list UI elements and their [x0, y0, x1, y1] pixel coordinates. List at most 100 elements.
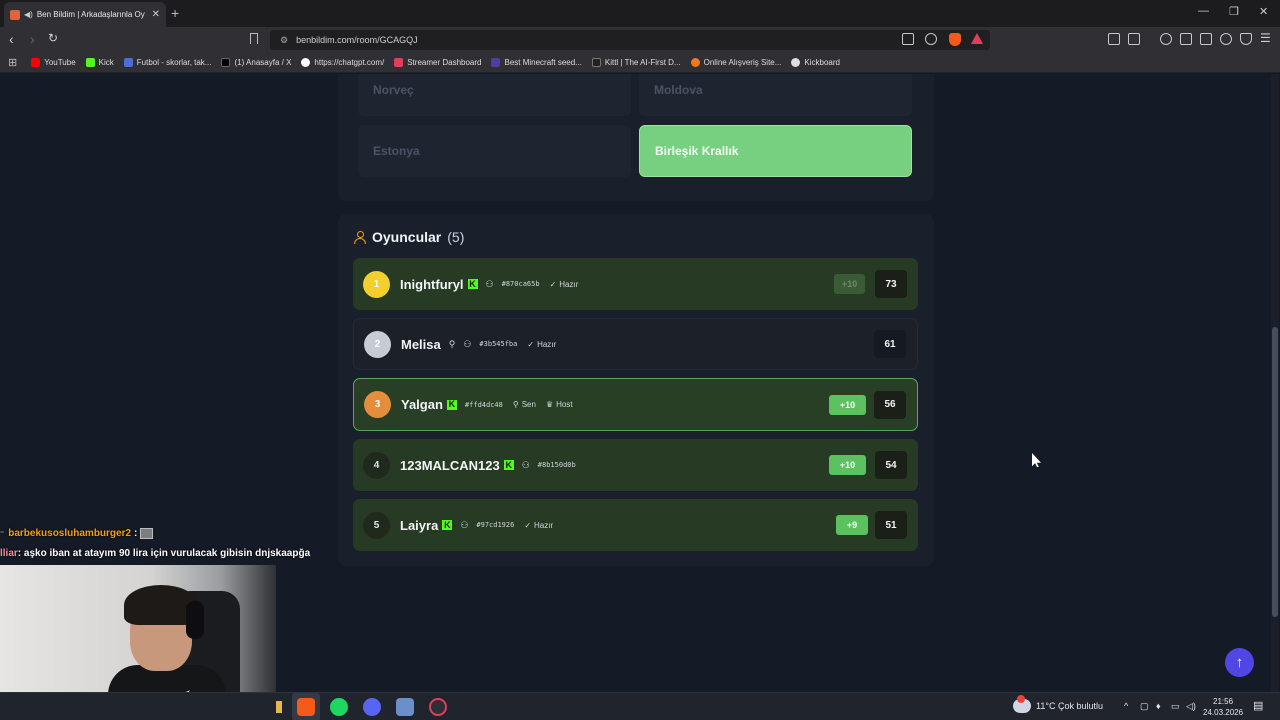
app-icon[interactable] [396, 698, 414, 716]
extensions-icon[interactable] [1108, 33, 1120, 45]
browser-toolbar: ‹ › ↻ ⚙ benbildim.com/room/GCAGQJ ☰ [0, 27, 1280, 53]
streamer-icon [394, 58, 404, 67]
tray-app-icon[interactable]: ▢ [1140, 701, 1149, 712]
minimize-icon[interactable]: — [1198, 5, 1209, 17]
brave-shields-icon[interactable] [949, 33, 961, 46]
bookmark-item[interactable]: Best Minecraft seed... [491, 58, 582, 67]
bookmark-item[interactable]: Kittl | The AI-First D... [591, 58, 681, 67]
player-row-self: 3 Yalgan K #ffd4dc48 ⚲ Sen ♛ Host +10 56 [353, 378, 918, 431]
kick-icon [85, 58, 95, 67]
obs-icon[interactable] [429, 698, 447, 716]
scroll-to-top-button[interactable]: ↑ [1225, 648, 1254, 677]
cast-icon[interactable] [902, 33, 914, 45]
chat-username: lliar [0, 548, 18, 559]
wallet-icon[interactable] [1200, 33, 1212, 45]
restore-icon[interactable]: ❐ [1229, 5, 1239, 18]
round-bonus: +9 [836, 515, 868, 535]
player-name: Laiyra [400, 517, 439, 533]
kick-icon: K [503, 459, 514, 470]
weather-icon[interactable] [1013, 695, 1031, 713]
browser-tab-bar: ◀) Ben Bildim | Arkadaşlarınla Oy ✕ + — … [0, 0, 1280, 27]
kittl-icon [591, 58, 601, 67]
player-name: Inightfuryl [400, 276, 464, 292]
round-bonus: +10 [834, 274, 865, 294]
close-window-icon[interactable]: ✕ [1259, 5, 1268, 18]
kick-icon: K [446, 399, 457, 410]
player-hash: #870ca65b [501, 280, 540, 288]
bookmark-item[interactable]: https://chatgpt.com/ [301, 58, 384, 67]
address-bar[interactable]: ⚙ benbildim.com/room/GCAGQJ [270, 30, 990, 50]
browser-tab-active[interactable]: ◀) Ben Bildim | Arkadaşlarınla Oy ✕ [4, 2, 166, 27]
bookmark-item[interactable]: YouTube [31, 58, 76, 67]
user-check-icon: ⚇ [521, 459, 530, 470]
ready-tag: ✓ Hazır [549, 279, 579, 289]
speaker-icon[interactable]: ◀) [24, 10, 33, 19]
bookmark-item[interactable]: Kickboard [791, 58, 840, 67]
user-check-icon: ⚇ [460, 519, 469, 530]
check-circle-icon: ✓ [524, 520, 532, 530]
page-scrollbar-thumb[interactable] [1272, 327, 1278, 617]
new-tab-button[interactable]: + [171, 5, 179, 21]
bookmarks-bar: ⊞ YouTube Kick Futbol - skorlar, tak... … [0, 53, 1280, 73]
x-icon [221, 58, 231, 67]
system-clock[interactable]: 21:56 24.03.2026 [1203, 696, 1243, 718]
host-tag: ♛ Host [545, 400, 573, 409]
media-icon[interactable] [1160, 33, 1172, 45]
player-row: 2 Melisa ⚲ ⚇ #3b545fba ✓ Hazır 61 [353, 318, 918, 370]
vpn-icon[interactable] [1240, 33, 1252, 45]
shopping-icon [690, 58, 700, 67]
answer-option[interactable]: Moldova [639, 74, 912, 116]
share-icon[interactable] [925, 33, 937, 45]
check-circle-icon: ✓ [549, 279, 557, 289]
player-hash: #ffd4dc48 [464, 400, 503, 409]
discord-icon[interactable] [363, 698, 381, 716]
bookmark-item[interactable]: Futbol - skorlar, tak... [123, 58, 211, 67]
close-tab-icon[interactable]: ✕ [152, 9, 160, 20]
screenshot-icon[interactable] [1128, 33, 1140, 45]
player-score: 54 [875, 451, 907, 479]
site-info-icon[interactable]: ⚙ [280, 35, 288, 46]
bookmark-item[interactable]: Streamer Dashboard [394, 58, 481, 67]
player-row: 1 Inightfuryl K ⚇ #870ca65b ✓ Hazır +10 7… [353, 258, 918, 310]
folder-icon[interactable] [276, 701, 282, 713]
tab-title: Ben Bildim | Arkadaşlarınla Oy [36, 10, 145, 19]
back-icon[interactable]: ‹ [9, 31, 14, 47]
brave-browser-icon[interactable] [297, 698, 315, 716]
url-text: benbildim.com/room/GCAGQJ [296, 35, 418, 45]
leo-ai-icon[interactable] [1220, 33, 1232, 45]
sidebar-icon[interactable] [1180, 33, 1192, 45]
weather-text[interactable]: 11°C Çok bulutlu [1036, 701, 1103, 711]
player-name: Yalgan [401, 397, 443, 412]
check-circle-icon: ✓ [527, 339, 535, 349]
player-hash: #8b150d0b [537, 461, 576, 469]
stream-chat-message: lliar: aşko iban at atayım 90 lira için … [0, 548, 310, 559]
forward-icon[interactable]: › [30, 31, 35, 47]
user-icon: ⚲ [448, 338, 456, 349]
spotify-icon[interactable] [330, 698, 348, 716]
menu-icon[interactable]: ☰ [1260, 31, 1271, 45]
reload-icon[interactable]: ↻ [48, 31, 58, 45]
microphone-icon[interactable]: ♦ [1156, 701, 1161, 711]
players-count: (5) [447, 229, 465, 245]
round-bonus: +10 [829, 455, 866, 475]
answer-option-correct[interactable]: Birleşik Krallık [639, 125, 912, 177]
crown-icon: ♛ [545, 400, 554, 409]
kickboard-icon [791, 58, 801, 67]
player-hash: #3b545fba [479, 340, 518, 348]
volume-icon[interactable]: ◁) [1186, 701, 1196, 712]
tray-chevron-icon[interactable]: ^ [1124, 701, 1128, 711]
bookmark-page-icon[interactable] [250, 33, 258, 44]
player-name: 123MALCAN123 [400, 457, 500, 473]
brave-rewards-icon[interactable] [971, 33, 983, 44]
network-icon[interactable]: ▭ [1171, 701, 1180, 712]
player-hash: #97cd1926 [476, 521, 515, 529]
bookmark-item[interactable]: (1) Anasayfa / X [221, 58, 291, 67]
answer-option[interactable]: Estonya [358, 125, 631, 177]
bookmark-item[interactable]: Online Alışveriş Site... [690, 58, 781, 67]
bookmark-item[interactable]: Kick [85, 58, 114, 67]
notifications-icon[interactable]: ▤ [1253, 699, 1263, 712]
answer-option[interactable]: Norveç [358, 74, 631, 116]
apps-grid-icon[interactable]: ⊞ [8, 56, 17, 69]
mouse-cursor-icon [1032, 453, 1041, 467]
windows-taskbar: 11°C Çok bulutlu ^ ▢ ♦ ▭ ◁) 21:56 24.03.… [0, 692, 1280, 720]
